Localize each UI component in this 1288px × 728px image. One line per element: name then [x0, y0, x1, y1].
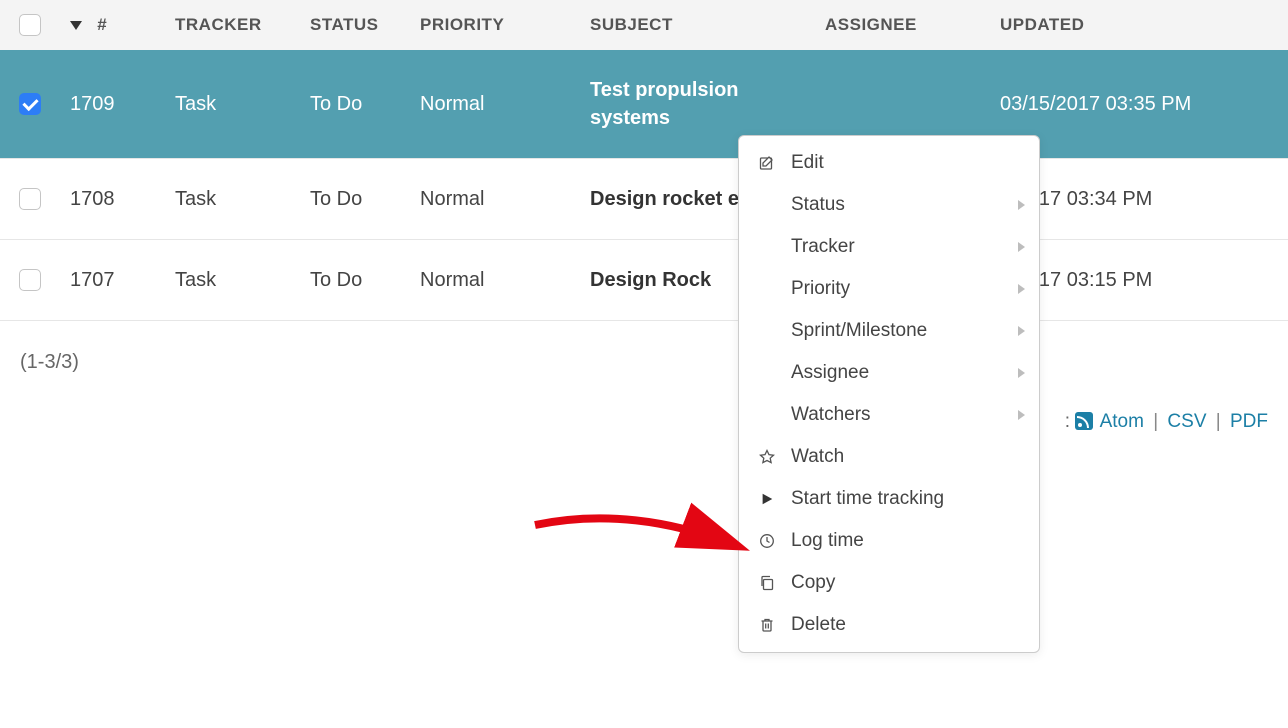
menu-item-label: Status — [791, 194, 845, 216]
checkbox-icon[interactable] — [19, 93, 41, 115]
cell-id: 1707 — [60, 240, 165, 321]
play-icon — [757, 489, 777, 509]
chevron-right-icon — [1018, 368, 1025, 378]
menu-item-priority[interactable]: Priority — [739, 268, 1039, 310]
header-id[interactable]: # — [60, 0, 165, 50]
menu-item-label: Log time — [791, 530, 864, 552]
table-row[interactable]: 1707 Task To Do Normal Design Rock 5/201… — [0, 240, 1288, 321]
cell-priority: Normal — [410, 240, 580, 321]
menu-item-label: Tracker — [791, 236, 855, 258]
clock-icon — [757, 531, 777, 551]
page-range: (1-3/3) — [20, 351, 1268, 374]
menu-item-start-time-tracking[interactable]: Start time tracking — [739, 478, 1039, 520]
cell-status: To Do — [300, 159, 410, 240]
table-header: # TRACKER STATUS PRIORITY SUBJECT ASSIGN… — [0, 0, 1288, 50]
menu-item-label: Assignee — [791, 362, 869, 384]
menu-item-label: Priority — [791, 278, 850, 300]
table-footer: (1-3/3) : Atom | CSV | PDF — [0, 321, 1288, 384]
star-icon — [757, 447, 777, 467]
copy-icon — [757, 573, 777, 593]
export-atom-link[interactable]: Atom — [1100, 411, 1144, 432]
cell-status: To Do — [300, 50, 410, 159]
checkbox-icon[interactable] — [19, 269, 41, 291]
menu-item-tracker[interactable]: Tracker — [739, 226, 1039, 268]
header-select-all[interactable] — [0, 0, 60, 50]
menu-item-copy[interactable]: Copy — [739, 562, 1039, 604]
export-links: : Atom | CSV | PDF — [1065, 411, 1268, 433]
cell-tracker: Task — [165, 240, 300, 321]
menu-item-assignee[interactable]: Assignee — [739, 352, 1039, 394]
cell-status: To Do — [300, 240, 410, 321]
chevron-right-icon — [1018, 200, 1025, 210]
cell-subject[interactable]: Design Rock — [590, 269, 711, 291]
header-assignee[interactable]: ASSIGNEE — [815, 0, 990, 50]
trash-icon — [757, 615, 777, 635]
cell-priority: Normal — [410, 159, 580, 240]
menu-item-watchers[interactable]: Watchers — [739, 394, 1039, 436]
feed-icon — [1075, 412, 1093, 430]
context-menu: Edit Status Tracker Priority Sprint/Mile… — [738, 135, 1040, 653]
edit-icon — [757, 153, 777, 173]
menu-item-label: Delete — [791, 614, 846, 636]
chevron-right-icon — [1018, 284, 1025, 294]
table-row[interactable]: 1708 Task To Do Normal Design rocket eng… — [0, 159, 1288, 240]
header-id-label: # — [97, 15, 107, 34]
menu-item-log-time[interactable]: Log time — [739, 520, 1039, 562]
menu-item-sprint[interactable]: Sprint/Milestone — [739, 310, 1039, 352]
chevron-right-icon — [1018, 326, 1025, 336]
menu-item-watch[interactable]: Watch — [739, 436, 1039, 478]
menu-item-delete[interactable]: Delete — [739, 604, 1039, 646]
export-pdf-link[interactable]: PDF — [1230, 411, 1268, 432]
cell-priority: Normal — [410, 50, 580, 159]
menu-item-label: Sprint/Milestone — [791, 320, 927, 342]
checkbox-icon[interactable] — [19, 188, 41, 210]
cell-tracker: Task — [165, 50, 300, 159]
header-tracker[interactable]: TRACKER — [165, 0, 300, 50]
annotation-arrow-icon — [530, 495, 760, 595]
sort-desc-icon — [70, 21, 82, 30]
header-subject[interactable]: SUBJECT — [580, 0, 815, 50]
menu-item-label: Edit — [791, 152, 824, 174]
menu-item-label: Watchers — [791, 404, 871, 426]
chevron-right-icon — [1018, 242, 1025, 252]
cell-id: 1709 — [60, 50, 165, 159]
cell-subject[interactable]: Test propulsion systems — [590, 79, 739, 129]
cell-id: 1708 — [60, 159, 165, 240]
checkbox-icon[interactable] — [19, 14, 41, 36]
menu-item-status[interactable]: Status — [739, 184, 1039, 226]
menu-item-label: Watch — [791, 446, 844, 468]
menu-item-label: Copy — [791, 572, 835, 594]
export-csv-link[interactable]: CSV — [1167, 411, 1206, 432]
cell-tracker: Task — [165, 159, 300, 240]
menu-item-label: Start time tracking — [791, 488, 944, 510]
issues-table: # TRACKER STATUS PRIORITY SUBJECT ASSIGN… — [0, 0, 1288, 321]
header-status[interactable]: STATUS — [300, 0, 410, 50]
chevron-right-icon — [1018, 410, 1025, 420]
menu-item-edit[interactable]: Edit — [739, 142, 1039, 184]
header-updated[interactable]: UPDATED — [990, 0, 1288, 50]
header-priority[interactable]: PRIORITY — [410, 0, 580, 50]
table-row[interactable]: 1709 Task To Do Normal Test propulsion s… — [0, 50, 1288, 159]
export-prefix: : — [1065, 411, 1070, 432]
